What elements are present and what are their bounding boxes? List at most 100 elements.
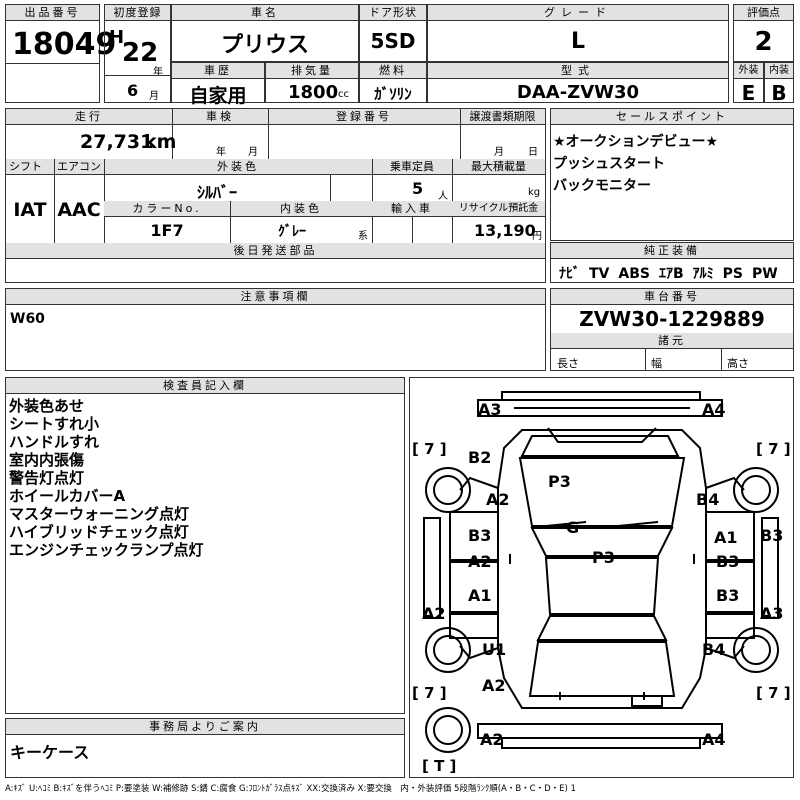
- type-header: 型式: [428, 63, 728, 79]
- fuel: ｶﾞｿﾘﾝ: [374, 85, 412, 103]
- tread-front-left: [ 7 ]: [412, 440, 447, 458]
- mileage: 27,731: [80, 131, 154, 153]
- interior-color: ｸﾞﾚｰ: [278, 224, 306, 240]
- office-notes: 事務局よりご案内 キーケース: [5, 718, 405, 778]
- equipment: 純正装備 ﾅﾋﾞ TV ABS ｴｱB ｱﾙﾐ PS PW: [550, 242, 794, 283]
- equipment-item: ｴｱB: [658, 266, 684, 282]
- chassis: 車台番号 ZVW30-1229889 諸元 長さ 幅 高さ: [550, 288, 794, 371]
- sales-item: プッシュスタート: [553, 156, 665, 172]
- grade: L: [570, 29, 586, 54]
- damage-mark: B2: [468, 448, 492, 467]
- detail-panel: 走行 車検 登録番号 譲渡書類期限 27,731 km 年 月 月 日 シフト …: [5, 108, 546, 283]
- equipment-item: ABS: [618, 266, 650, 282]
- top-panel: 出品番号 18049 初度登録 H 22 年 6 月 車名 プリウス ドア形状 …: [5, 4, 794, 107]
- chassis-header: 車台番号: [551, 289, 793, 305]
- mileage-unit: km: [144, 131, 177, 153]
- equipment-list: ﾅﾋﾞ TV ABS ｴｱB ｱﾙﾐ PS PW: [559, 263, 778, 283]
- recycle-unit: 円: [532, 231, 542, 242]
- damage-mark: A3: [478, 400, 502, 419]
- door-cell: ドア形状 5SD: [359, 4, 427, 62]
- notes: 注意事項欄 W60: [5, 288, 546, 371]
- equipment-item: ﾅﾋﾞ: [559, 266, 580, 282]
- model-name: プリウス: [220, 33, 309, 58]
- capacity-header: 乗車定員: [372, 159, 452, 175]
- office-header: 事務局よりご案内: [6, 719, 404, 735]
- transfer-header: 譲渡書類期限: [460, 109, 545, 125]
- lot-cell: 出品番号 18049: [5, 4, 116, 103]
- displacement-cell: 排気量 1800 cc: [265, 62, 359, 103]
- damage-mark: A1: [714, 528, 738, 547]
- sales-item: バックモニター: [553, 178, 651, 194]
- shift-header: シフト: [6, 159, 54, 175]
- interior-color-header: 内装色: [230, 201, 372, 217]
- color: ｼﾙﾊﾞｰ: [196, 183, 237, 202]
- damage-mark: A4: [702, 400, 726, 419]
- damage-mark: B4: [702, 640, 726, 659]
- damage-mark: A4: [702, 730, 726, 749]
- sales-item: ★オークションデビュー★: [553, 134, 719, 150]
- recycle-header: リサイクル預託金: [452, 201, 545, 217]
- notes-header: 注意事項欄: [6, 289, 545, 305]
- model-header: 車名: [172, 5, 358, 21]
- inspection-month-unit: 月: [248, 147, 258, 158]
- damage-mark: P3: [592, 548, 615, 567]
- ext-grade: E: [741, 81, 756, 105]
- ac: AAC: [57, 199, 101, 221]
- inspector-item: エンジンチェックランプ点灯: [9, 541, 204, 559]
- transfer-month-unit: 月: [494, 147, 504, 158]
- grade-cell: グレード L: [427, 4, 729, 62]
- model-cell: 車名 プリウス: [171, 4, 359, 62]
- grade-header: グレード: [428, 5, 728, 21]
- inspection-header: 車検: [172, 109, 268, 125]
- equipment-item: ｱﾙﾐ: [692, 266, 714, 282]
- damage-mark: A2: [422, 604, 446, 623]
- displacement-header: 排気量: [266, 63, 358, 79]
- office-text: キーケース: [10, 743, 90, 762]
- damage-mark: A2: [482, 676, 506, 695]
- lot-header: 出品番号: [6, 5, 99, 21]
- score-cell: 評価点 2: [733, 4, 794, 62]
- ext-header: 外装: [734, 63, 763, 79]
- capacity: 5: [412, 179, 424, 198]
- fuel-cell: 燃料 ｶﾞｿﾘﾝ: [359, 62, 427, 103]
- displacement-unit: cc: [338, 89, 349, 100]
- tread-rear-right: [ 7 ]: [756, 684, 791, 702]
- shift: IAT: [13, 199, 47, 221]
- ac-header: エアコン: [54, 159, 104, 175]
- displacement: 1800: [288, 82, 339, 103]
- damage-mark: A1: [468, 586, 492, 605]
- first-reg-header: 初度登録: [105, 5, 170, 21]
- month-unit: 月: [149, 91, 159, 102]
- tread-front-right: [ 7 ]: [756, 440, 791, 458]
- color-header: 外装色: [104, 159, 372, 175]
- equipment-item: PS: [722, 266, 743, 282]
- damage-mark: B3: [760, 526, 784, 545]
- damage-mark: A2: [468, 552, 492, 571]
- height-label: 高さ: [727, 357, 749, 370]
- equipment-header: 純正装備: [551, 243, 793, 259]
- reg-month: 6: [127, 81, 139, 100]
- car-outline: [423, 391, 779, 753]
- lot-number: 18049: [12, 27, 117, 62]
- color-no-header: カラーNo.: [104, 201, 230, 217]
- int-grade: B: [771, 81, 787, 105]
- int-header: 内装: [765, 63, 793, 79]
- length-label: 長さ: [557, 357, 579, 370]
- import-header: 輸入車: [372, 201, 452, 217]
- door-header: ドア形状: [360, 5, 426, 21]
- recycle: 13,190: [474, 221, 536, 240]
- capacity-unit: 人: [438, 191, 448, 202]
- damage-mark: B3: [468, 526, 492, 545]
- history: 自家用: [189, 85, 247, 107]
- inspector-header: 検査員記入欄: [6, 378, 404, 394]
- type: DAA-ZVW30: [516, 82, 640, 103]
- damage-mark: B3: [716, 552, 740, 571]
- color-no: 1F7: [150, 221, 184, 240]
- damage-diagram: [ 7 ] [ 7 ] [ 7 ] [ 7 ] [ T ] A3 A4 B2 A…: [409, 377, 794, 778]
- interior-color-unit: 系: [358, 231, 368, 242]
- inspector-notes: 検査員記入欄 外装色あせ シートすれ小 ハンドルすれ 室内内張傷 警告灯点灯 ホ…: [5, 377, 405, 714]
- damage-mark: U1: [482, 640, 507, 659]
- chassis-number: ZVW30-1229889: [579, 307, 765, 331]
- fuel-header: 燃料: [360, 63, 426, 79]
- history-header: 車歴: [172, 63, 264, 79]
